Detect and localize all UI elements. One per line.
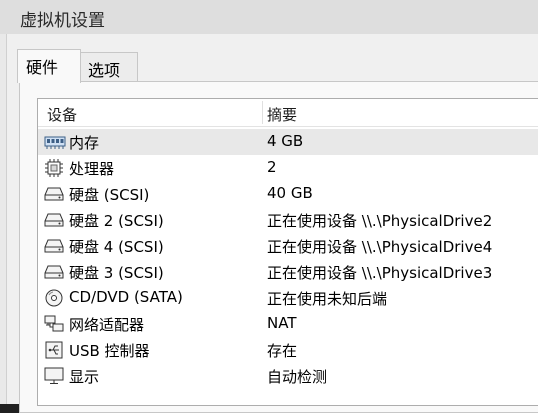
tab-hardware-label: 硬件 <box>26 58 59 77</box>
device-name: CD/DVD (SATA) <box>69 288 183 306</box>
device-name: 处理器 <box>69 160 115 178</box>
device-name: 硬盘 4 (SCSI) <box>69 238 164 256</box>
device-row-network-adapter[interactable]: 网络适配器 NAT <box>38 311 538 337</box>
device-row-memory[interactable]: 内存 4 GB <box>38 129 538 155</box>
device-summary: 正在使用未知后端 <box>267 290 388 308</box>
device-summary: 自动检测 <box>267 368 328 386</box>
device-name: 硬盘 3 (SCSI) <box>69 264 164 282</box>
device-summary: 正在使用设备 \\.\PhysicalDrive2 <box>267 212 493 230</box>
device-row-hard-disk-3[interactable]: 硬盘 3 (SCSI) 正在使用设备 \\.\PhysicalDrive3 <box>38 259 538 285</box>
hard-disk-icon <box>44 185 64 203</box>
device-name: 硬盘 (SCSI) <box>69 186 150 204</box>
vm-settings-window: 虚拟机设置 硬件 选项 设备 摘要 内存 4 GB 处理器 2 硬盘 (SCSI… <box>0 0 538 413</box>
tab-hardware[interactable]: 硬件 <box>17 49 81 83</box>
device-name: 硬盘 2 (SCSI) <box>69 212 164 230</box>
device-name: 网络适配器 <box>69 316 145 334</box>
device-list[interactable]: 设备 摘要 内存 4 GB 处理器 2 硬盘 (SCSI) 40 GB 硬盘 2… <box>37 98 538 406</box>
column-header-summary[interactable]: 摘要 <box>267 104 297 125</box>
device-name: USB 控制器 <box>69 342 150 360</box>
tab-options-label: 选项 <box>88 61 121 80</box>
device-row-usb-controller[interactable]: USB 控制器 存在 <box>38 337 538 363</box>
device-summary: NAT <box>267 314 297 332</box>
column-header-device[interactable]: 设备 <box>47 104 77 125</box>
device-name: 内存 <box>69 134 100 152</box>
cd-dvd-icon <box>44 289 64 307</box>
column-divider[interactable] <box>262 101 263 124</box>
display-icon <box>44 367 64 385</box>
device-row-processor[interactable]: 处理器 2 <box>38 155 538 181</box>
network-adapter-icon <box>44 315 64 333</box>
device-row-hard-disk-4[interactable]: 硬盘 4 (SCSI) 正在使用设备 \\.\PhysicalDrive4 <box>38 233 538 259</box>
title-bar[interactable]: 虚拟机设置 <box>0 0 538 34</box>
device-row-hard-disk-2[interactable]: 硬盘 2 (SCSI) 正在使用设备 \\.\PhysicalDrive2 <box>38 207 538 233</box>
device-name: 显示 <box>69 368 100 386</box>
device-summary: 正在使用设备 \\.\PhysicalDrive4 <box>267 238 493 256</box>
background-window-edge <box>0 34 7 404</box>
device-summary: 正在使用设备 \\.\PhysicalDrive3 <box>267 264 493 282</box>
processor-icon <box>44 159 64 177</box>
device-row-hard-disk[interactable]: 硬盘 (SCSI) 40 GB <box>38 181 538 207</box>
device-summary: 存在 <box>267 342 298 360</box>
usb-icon <box>44 341 64 359</box>
window-title: 虚拟机设置 <box>20 11 105 31</box>
tab-options[interactable]: 选项 <box>79 52 138 81</box>
hard-disk-icon <box>44 237 64 255</box>
device-summary: 4 GB <box>267 132 304 150</box>
memory-icon <box>44 133 66 151</box>
device-summary: 2 <box>267 158 277 176</box>
device-list-header: 设备 摘要 <box>38 99 538 127</box>
device-summary: 40 GB <box>267 184 313 202</box>
hard-disk-icon <box>44 263 64 281</box>
device-row-cd-dvd[interactable]: CD/DVD (SATA) 正在使用未知后端 <box>38 285 538 311</box>
hard-disk-icon <box>44 211 64 229</box>
device-row-display[interactable]: 显示 自动检测 <box>38 363 538 389</box>
